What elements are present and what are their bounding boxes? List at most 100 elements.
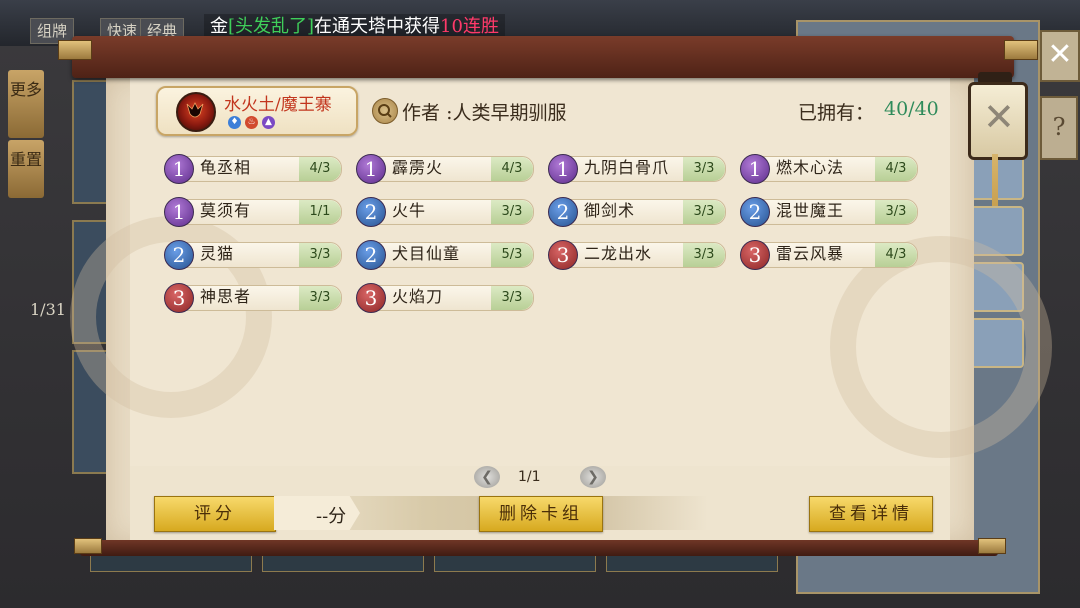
- card-name: 御剑术: [584, 201, 636, 220]
- more-button[interactable]: 更多: [8, 70, 44, 138]
- card-item[interactable]: 3/3 3 火焰刀: [356, 283, 534, 313]
- card-item[interactable]: 3/3 1 九阴白骨爪: [548, 154, 726, 184]
- card-pill: 3/3: [362, 199, 534, 225]
- owned-count: 40/40: [884, 98, 939, 120]
- card-item[interactable]: 4/3 1 霹雳火: [356, 154, 534, 184]
- card-item[interactable]: 4/3 1 龟丞相: [164, 154, 342, 184]
- card-cost-badge: 1: [164, 154, 194, 184]
- cloud-ornament: [830, 236, 1052, 458]
- card-pill: 3/3: [362, 285, 534, 311]
- pagination: ❮ 1/1 ❯: [474, 464, 606, 490]
- card-cost-badge: 2: [356, 240, 386, 270]
- search-icon[interactable]: [372, 98, 398, 124]
- card-name: 九阴白骨爪: [584, 158, 670, 177]
- score-value: --分: [316, 506, 347, 527]
- card-cost-badge: 3: [356, 283, 386, 313]
- card-name: 混世魔王: [776, 201, 845, 220]
- card-item[interactable]: 3/3 3 二龙出水: [548, 240, 726, 270]
- card-name: 犬目仙童: [392, 244, 461, 263]
- deck-name: 水火土/魔王寨: [224, 95, 332, 115]
- scroll-bottom-rod: [80, 540, 998, 556]
- card-count: 3/3: [491, 286, 533, 310]
- card-count: 4/3: [491, 157, 533, 181]
- card-count: 3/3: [299, 243, 341, 267]
- close-icon: ✕: [983, 95, 1015, 139]
- card-name: 龟丞相: [200, 158, 252, 177]
- prev-page-button[interactable]: ❮: [474, 466, 500, 488]
- lantern-tassel: [992, 154, 998, 206]
- author-line: 作者 :人类早期驯服: [402, 98, 566, 125]
- frame-ornament: [74, 538, 102, 554]
- card-item[interactable]: 4/3 1 燃木心法: [740, 154, 918, 184]
- card-item[interactable]: 3/3 3 神思者: [164, 283, 342, 313]
- card-count: 3/3: [683, 157, 725, 181]
- card-item[interactable]: 3/3 2 御剑术: [548, 197, 726, 227]
- card-item[interactable]: 1/1 1 莫须有: [164, 197, 342, 227]
- card-count: 3/3: [491, 200, 533, 224]
- view-details-button[interactable]: 查看详情: [809, 496, 933, 532]
- next-page-button[interactable]: ❯: [580, 466, 606, 488]
- demon-icon: [186, 102, 204, 118]
- reset-button[interactable]: 重置: [8, 140, 44, 198]
- card-count: 4/3: [875, 243, 917, 267]
- marquee-highlight: 10连胜: [440, 16, 499, 37]
- author-name: :人类早期驯服: [446, 102, 567, 124]
- help-icon[interactable]: ?: [1040, 96, 1078, 160]
- card-name: 火牛: [392, 201, 427, 220]
- card-item[interactable]: 5/3 2 犬目仙童: [356, 240, 534, 270]
- marquee-player-name: [头发乱了]: [228, 16, 315, 37]
- card-name: 灵猫: [200, 244, 235, 263]
- author-label: 作者: [402, 102, 441, 124]
- earth-icon: ▲: [262, 116, 275, 129]
- rate-button[interactable]: 评分: [154, 496, 276, 532]
- card-cost-badge: 1: [740, 154, 770, 184]
- card-cost-badge: 3: [164, 283, 194, 313]
- card-name: 莫须有: [200, 201, 252, 220]
- marquee-prefix: 金: [210, 16, 228, 37]
- card-cost-badge: 2: [164, 240, 194, 270]
- card-item[interactable]: 3/3 2 混世魔王: [740, 197, 918, 227]
- card-name: 神思者: [200, 287, 252, 306]
- card-count: 4/3: [299, 157, 341, 181]
- card-pill: 4/3: [362, 156, 534, 182]
- fire-icon: ♨: [245, 116, 258, 129]
- card-cost-badge: 1: [548, 154, 578, 184]
- card-count: 3/3: [683, 200, 725, 224]
- card-cost-badge: 2: [356, 197, 386, 227]
- card-cost-badge: 3: [740, 240, 770, 270]
- background-close-icon[interactable]: ✕: [1040, 30, 1080, 82]
- delete-deck-button[interactable]: 删除卡组: [479, 496, 603, 532]
- card-pill: 1/1: [170, 199, 342, 225]
- owned-label: 已拥有：: [798, 102, 875, 124]
- card-item[interactable]: 3/3 2 火牛: [356, 197, 534, 227]
- card-pill: 3/3: [170, 242, 342, 268]
- card-name: 火焰刀: [392, 287, 444, 306]
- card-item[interactable]: 3/3 2 灵猫: [164, 240, 342, 270]
- page-indicator: 1/31: [30, 300, 66, 319]
- deck-avatar: [176, 92, 216, 132]
- card-item[interactable]: 4/3 3 雷云风暴: [740, 240, 918, 270]
- card-count: 4/3: [875, 157, 917, 181]
- card-cost-badge: 2: [548, 197, 578, 227]
- close-button[interactable]: ✕: [968, 82, 1028, 160]
- card-cost-badge: 1: [356, 154, 386, 184]
- card-count: 3/3: [299, 286, 341, 310]
- card-name: 雷云风暴: [776, 244, 845, 263]
- card-count: 3/3: [875, 200, 917, 224]
- card-cost-badge: 1: [164, 197, 194, 227]
- card-cost-badge: 2: [740, 197, 770, 227]
- marquee-text: 在通天塔中获得: [314, 16, 441, 37]
- frame-ornament: [978, 538, 1006, 554]
- card-count: 1/1: [299, 200, 341, 224]
- water-icon: ♦: [228, 116, 241, 129]
- card-count: 5/3: [491, 243, 533, 267]
- card-cost-badge: 3: [548, 240, 578, 270]
- card-count: 3/3: [683, 243, 725, 267]
- card-name: 霹雳火: [392, 158, 444, 177]
- card-name: 二龙出水: [584, 244, 653, 263]
- card-pill: 3/3: [170, 285, 342, 311]
- frame-ornament: [58, 40, 92, 60]
- scroll-top-rod: [72, 36, 1014, 78]
- frame-ornament: [1004, 40, 1038, 60]
- page-number: 1/1: [518, 469, 541, 485]
